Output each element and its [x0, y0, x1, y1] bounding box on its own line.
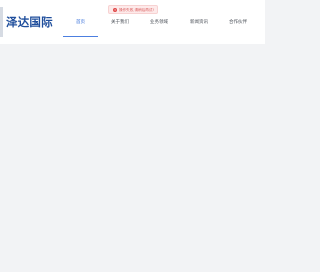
toast-message: 操作失败,请稍后再试!: [119, 8, 154, 12]
header: 泽达国际 首页 关于我们 业务领域 新闻资讯 合作伙伴 ! 操作失败,请稍后再试…: [0, 0, 265, 44]
page: 泽达国际 首页 关于我们 业务领域 新闻资讯 合作伙伴 ! 操作失败,请稍后再试…: [0, 0, 265, 272]
error-toast: ! 操作失败,请稍后再试!: [108, 5, 158, 14]
nav-item-about[interactable]: 关于我们: [111, 19, 129, 25]
nav-item-news[interactable]: 新闻资讯: [190, 19, 208, 25]
site-logo[interactable]: 泽达国际: [6, 14, 53, 30]
nav-item-partners[interactable]: 合作伙伴: [229, 19, 247, 25]
nav-active-indicator: [63, 36, 98, 37]
nav-item-business[interactable]: 业务领域: [150, 19, 168, 25]
sidebar-edge: [0, 7, 3, 37]
nav-item-home[interactable]: 首页: [76, 19, 85, 25]
main-content: [0, 44, 265, 272]
error-icon: !: [113, 8, 117, 13]
main-nav: 首页 关于我们 业务领域 新闻资讯 合作伙伴: [62, 0, 262, 44]
